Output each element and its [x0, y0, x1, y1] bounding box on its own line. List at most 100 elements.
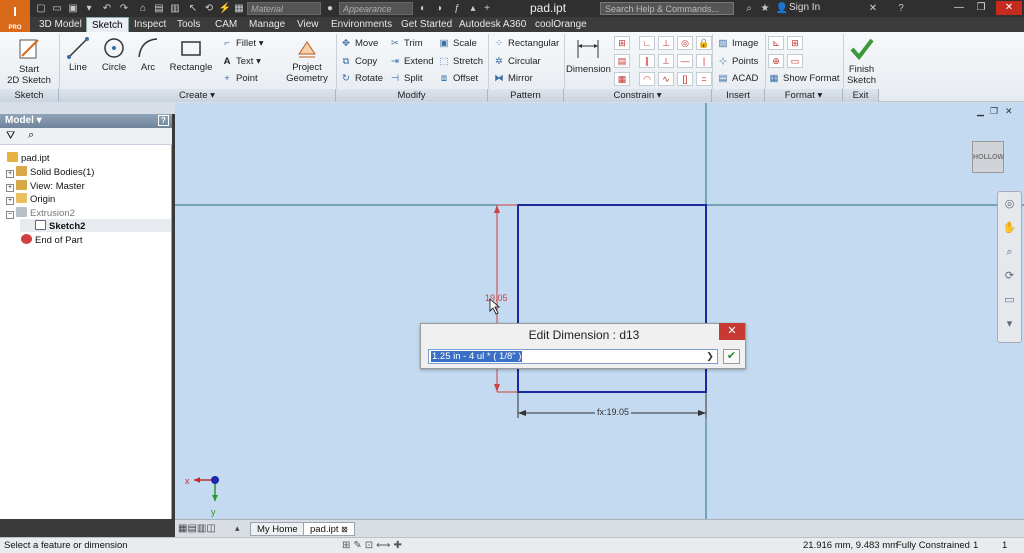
print-icon[interactable]: ▥ [168, 2, 182, 15]
centerline-icon[interactable]: ⊞ [787, 36, 803, 50]
rotate-button[interactable]: ↻ Rotate [340, 73, 383, 85]
horizontal-icon[interactable]: — [677, 54, 693, 68]
look-at-icon[interactable]: ▭ [998, 288, 1021, 312]
clear-appearance-icon[interactable]: ◑ [432, 2, 446, 15]
update-icon[interactable]: ⚡ [218, 2, 232, 15]
mirror-button[interactable]: ⧓ Mirror [493, 73, 533, 85]
tree-item-view-master[interactable]: + View: Master [6, 180, 85, 193]
sign-in-link[interactable]: Sign In [789, 2, 820, 13]
tab-view[interactable]: View [292, 17, 324, 32]
show-constraints-icon[interactable]: ▤ [614, 54, 630, 68]
status-tool-icons[interactable]: ⊞✎⊡⟷✚ [342, 538, 405, 553]
image-button[interactable]: ▨ Image [717, 38, 759, 50]
dialog-ok-button[interactable]: ✔ [723, 349, 740, 364]
point-button[interactable]: + Point [221, 73, 257, 85]
browser-header[interactable]: Model ▾ ? [0, 114, 172, 128]
tree-item-solid-bodies[interactable]: + Solid Bodies(1) [6, 166, 94, 179]
tab-sketch[interactable]: Sketch [86, 17, 129, 32]
line-button[interactable]: Line [64, 36, 92, 73]
concentric-icon[interactable]: ◎ [677, 36, 693, 50]
sketch-geometry[interactable]: x y [175, 103, 1024, 519]
measure-icon[interactable]: ▦ [232, 2, 246, 15]
collapse-icon[interactable]: − [6, 211, 14, 219]
panel-create[interactable]: Create ▾ [59, 89, 336, 102]
tab-3d-model[interactable]: 3D Model [34, 17, 87, 32]
window-close-button[interactable]: ✕ [996, 1, 1022, 15]
stretch-button[interactable]: ⬚ Stretch [438, 56, 484, 68]
appearance-select[interactable]: Appearance [339, 2, 413, 15]
tab-get-started[interactable]: Get Started [396, 17, 457, 32]
offset-button[interactable]: ⧈ Offset [438, 73, 478, 85]
fillet-button[interactable]: ⌐ Fillet ▾ [221, 38, 263, 50]
tree-item-end-of-part[interactable]: End of Part [21, 234, 83, 247]
tab-autodesk-a360[interactable]: Autodesk A360 [454, 17, 531, 32]
graphics-window[interactable]: x y 19.05 fx:19.05 ▁ ❐ ✕ HOLLOW ◎ ✋ ⌕ ⟳ … [175, 103, 1024, 519]
trim-button[interactable]: ✂ Trim [389, 38, 423, 50]
star-icon[interactable]: ★ [758, 2, 772, 15]
tree-item-part[interactable]: pad.ipt [7, 152, 50, 165]
show-format-button[interactable]: ▦ Show Format [768, 73, 840, 85]
equal-icon[interactable]: = [696, 72, 712, 86]
constraint-settings-icon[interactable]: ▦ [614, 72, 630, 86]
doc-tab-pad[interactable]: pad.ipt ⊠ [303, 522, 355, 536]
steering-wheel-icon[interactable]: ◎ [998, 192, 1021, 216]
dimension-options-arrow-icon[interactable]: ❯ [704, 350, 716, 363]
browser-help-icon[interactable]: ? [158, 115, 169, 126]
tab-inspect[interactable]: Inspect [129, 17, 171, 32]
tab-manage[interactable]: Manage [244, 17, 290, 32]
minimize-button[interactable]: — [948, 1, 970, 15]
parallel-icon[interactable]: ∥ [639, 54, 655, 68]
search-input[interactable]: Search Help & Commands... [600, 2, 734, 15]
adjust-icon[interactable]: ◐ [416, 2, 430, 15]
center-point-icon[interactable]: ⊕ [768, 54, 784, 68]
application-menu-button[interactable]: I PRO [0, 0, 30, 34]
vertical-dimension-value[interactable]: 19.05 [485, 293, 508, 303]
doc-tab-my-home[interactable]: My Home [250, 522, 305, 536]
circle-button[interactable]: Circle [98, 36, 130, 73]
canvas-minimize-icon[interactable]: ▁ [977, 106, 984, 117]
smooth-icon[interactable]: ∿ [658, 72, 674, 86]
copy-button[interactable]: ⧉ Copy [340, 56, 378, 68]
coincident-icon[interactable]: ∟ [639, 36, 655, 50]
arc-button[interactable]: Arc [134, 36, 162, 73]
dimension-value-input[interactable]: 1.25 in - 4 ul * ( 1/8" ) [428, 349, 718, 364]
help-icon[interactable]: ? [894, 2, 908, 15]
navbar-menu-icon[interactable]: ▾ [998, 312, 1021, 336]
folder-icon[interactable]: ▤ [152, 2, 166, 15]
dimension-button[interactable]: Dimension [566, 36, 611, 75]
collinear-icon[interactable]: ⊥ [658, 36, 674, 50]
driven-dimension-icon[interactable]: ▭ [787, 54, 803, 68]
exchange-icon[interactable]: ✕ [866, 2, 880, 15]
restore-button[interactable]: ❐ [970, 1, 992, 15]
finish-sketch-button[interactable]: Finish Sketch [845, 36, 878, 86]
expand-icon[interactable]: + [6, 170, 14, 178]
binoculars-icon[interactable]: ⌕ [742, 2, 756, 15]
tab-cam[interactable]: CAM [210, 17, 242, 32]
dropdown-icon[interactable]: ▾ [82, 2, 96, 15]
open-icon[interactable]: ▭ [50, 2, 64, 15]
tangent-icon[interactable]: ◠ [639, 72, 655, 86]
tile-windows-icon[interactable]: ▦▤▥◫ [178, 523, 216, 534]
rectangular-pattern-button[interactable]: ⁘ Rectangular [493, 38, 559, 50]
dialog-close-button[interactable]: ✕ [719, 323, 745, 340]
select-icon[interactable]: ↖ [186, 2, 200, 15]
perpendicular-icon[interactable]: ⟂ [658, 54, 674, 68]
extend-button[interactable]: ⇥ Extend [389, 56, 434, 68]
text-button[interactable]: A Text ▾ [221, 56, 261, 68]
fx-icon[interactable]: ƒ [450, 2, 464, 15]
orbit-icon[interactable]: ⟳ [998, 264, 1021, 288]
doc-menu-icon[interactable]: ▴ [235, 523, 240, 534]
move-button[interactable]: ✥ Move [340, 38, 378, 50]
tab-tools[interactable]: Tools [172, 17, 205, 32]
canvas-close-icon[interactable]: ✕ [1005, 106, 1013, 117]
canvas-restore-icon[interactable]: ❐ [990, 106, 998, 117]
redo-icon[interactable]: ↷ [117, 2, 131, 15]
symmetric-icon[interactable]: [] [677, 72, 693, 86]
home-icon[interactable]: ⌂ [136, 2, 150, 15]
material-select[interactable]: Material [247, 2, 321, 15]
parameters-icon[interactable]: ▴ [466, 2, 480, 15]
find-icon[interactable]: ⌕ [28, 129, 34, 142]
scale-button[interactable]: ▣ Scale [438, 38, 477, 50]
expand-icon[interactable]: + [6, 197, 14, 205]
doc-tab-close-icon[interactable]: ⊠ [341, 525, 348, 534]
